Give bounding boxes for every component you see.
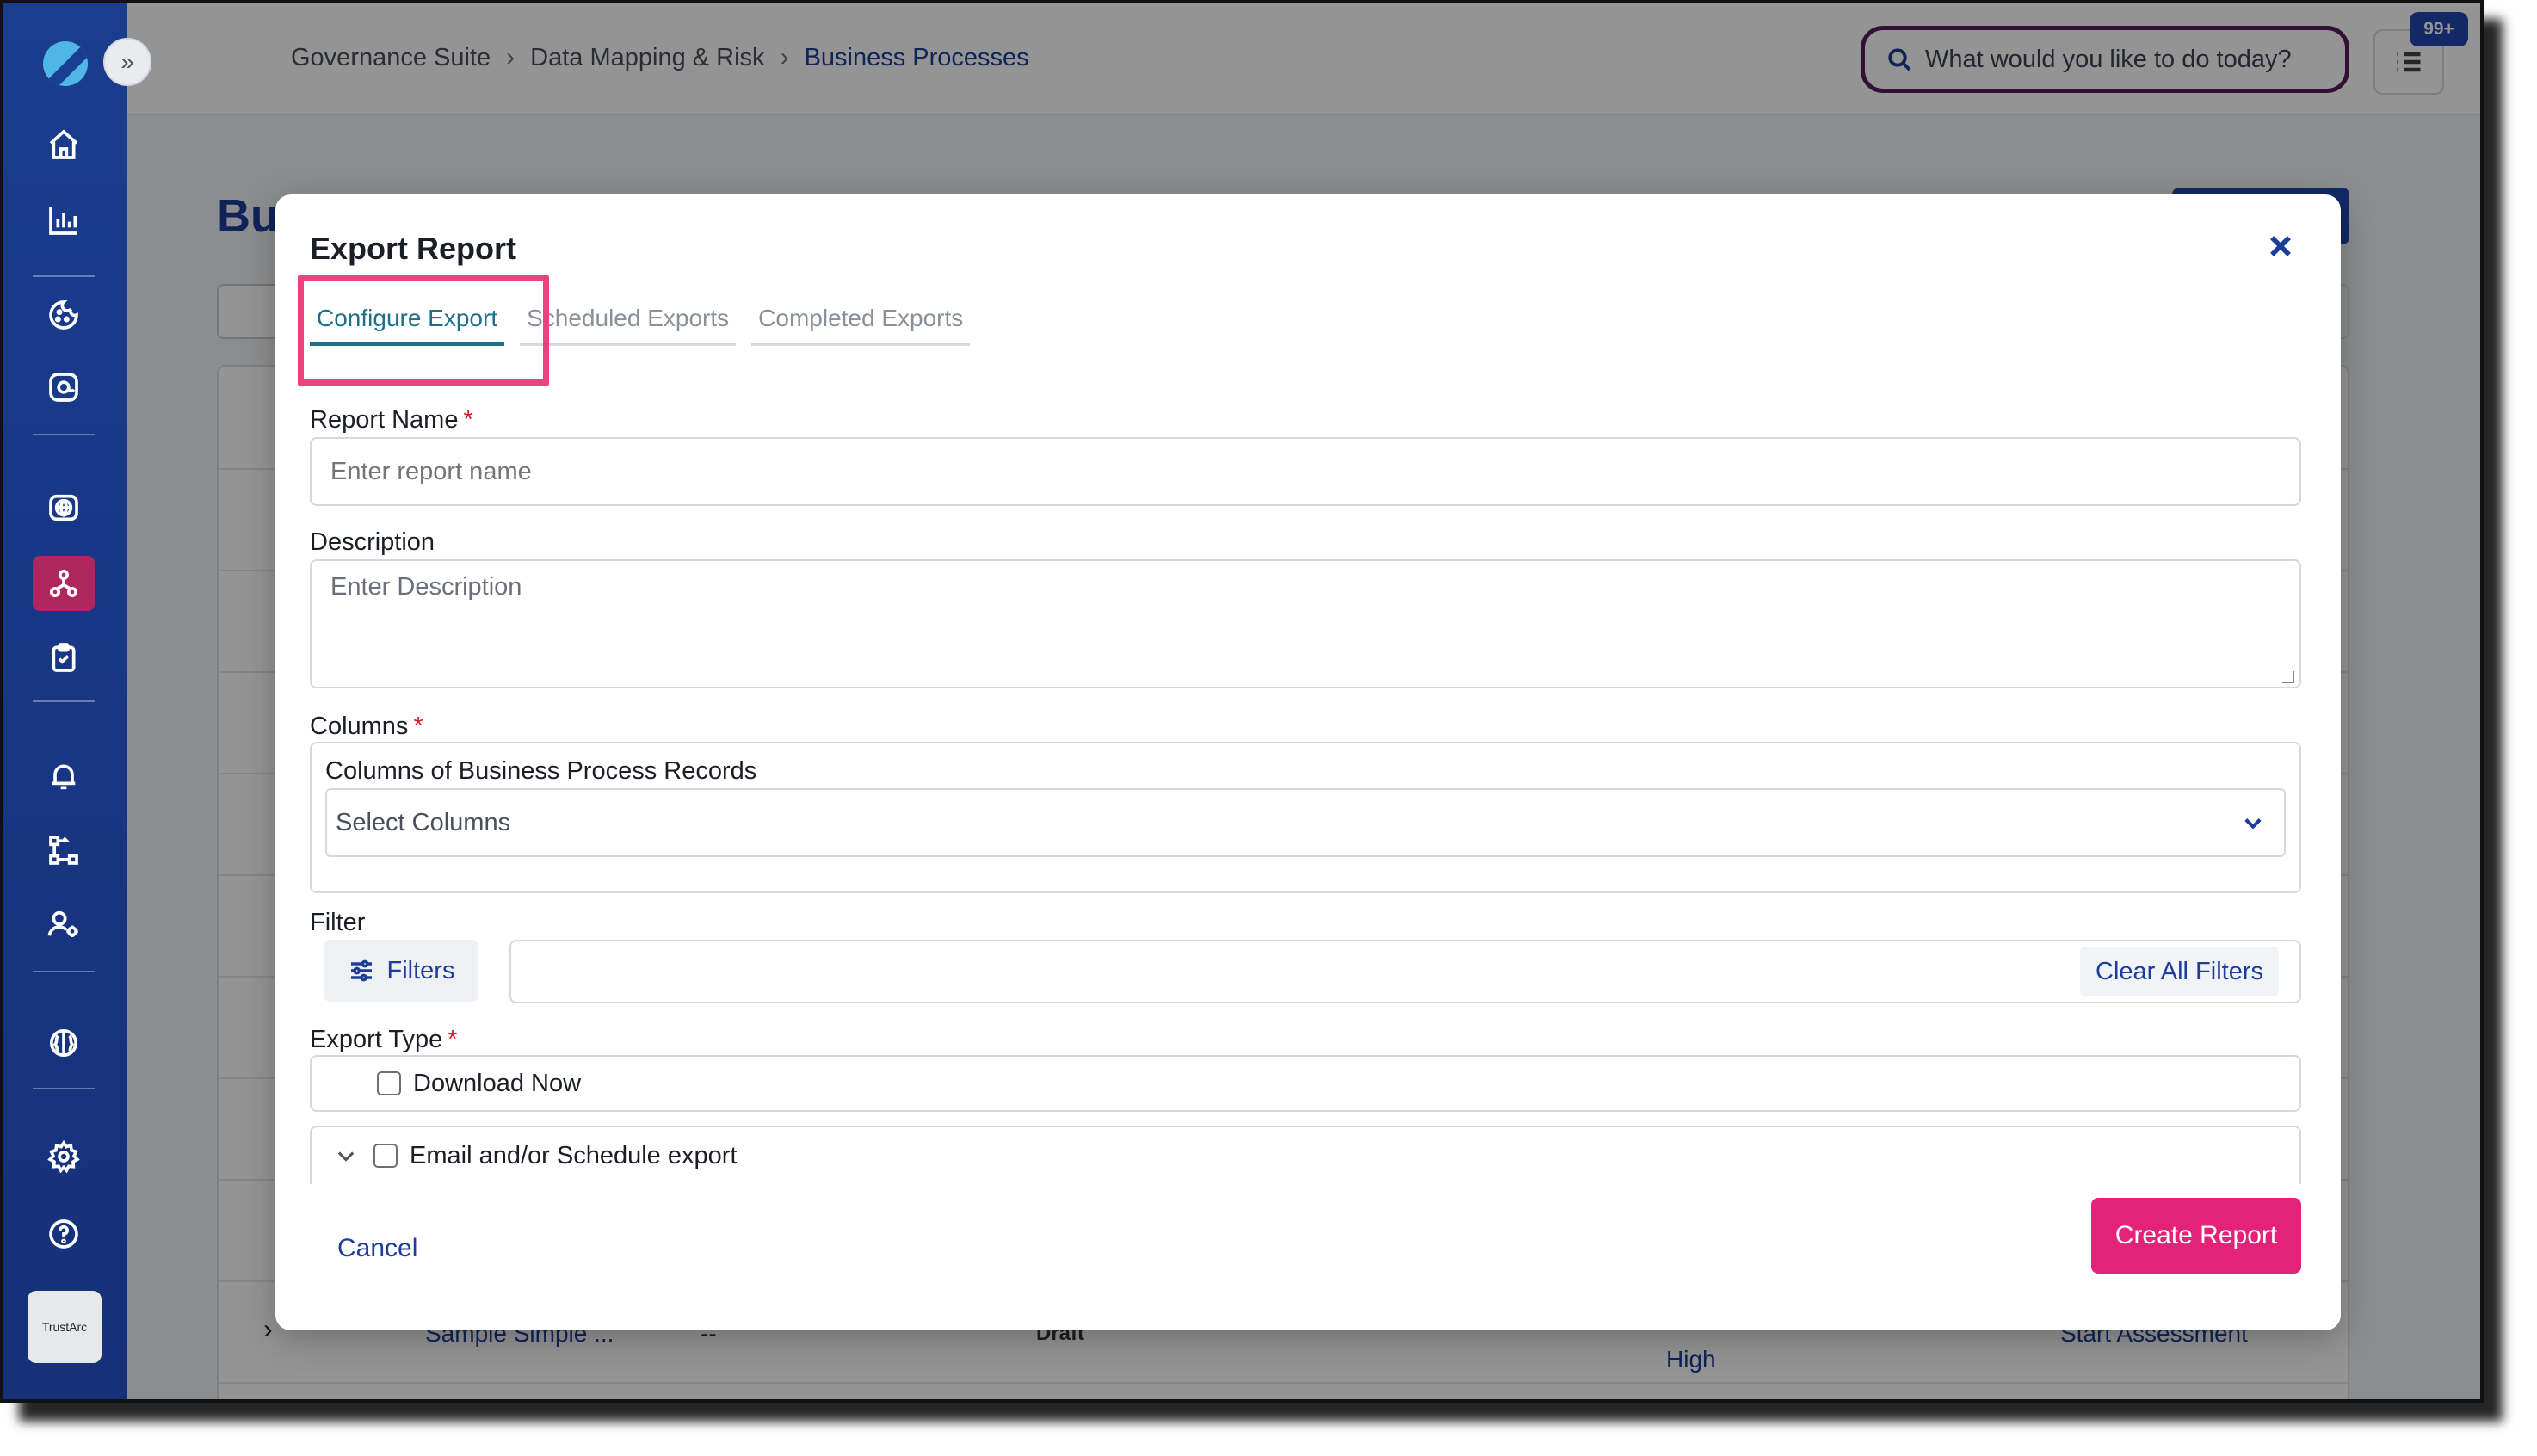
select-columns-placeholder: Select Columns bbox=[336, 809, 511, 836]
filters-button-label: Filters bbox=[386, 956, 455, 984]
select-columns-dropdown[interactable]: Select Columns bbox=[325, 788, 2286, 857]
help-icon[interactable] bbox=[41, 1212, 86, 1256]
report-name-label: Report Name * bbox=[310, 406, 473, 435]
nav-separator bbox=[33, 1088, 95, 1089]
columns-group: Columns of Business Process Records Sele… bbox=[310, 742, 2301, 893]
cookie-icon[interactable] bbox=[41, 293, 86, 337]
tab-completed-exports[interactable]: Completed Exports bbox=[751, 275, 971, 346]
home-icon[interactable] bbox=[41, 122, 86, 167]
tab-highlight-annotation bbox=[298, 275, 549, 386]
nav-separator bbox=[33, 275, 95, 277]
dialog-title: Export Report bbox=[310, 231, 517, 266]
report-name-label-text: Report Name bbox=[310, 406, 459, 434]
nav-separator bbox=[33, 434, 95, 435]
sidebar: TrustArc bbox=[3, 3, 127, 1399]
resize-handle-icon[interactable] bbox=[2282, 671, 2294, 683]
nav-separator bbox=[33, 971, 95, 972]
download-now-label: Download Now bbox=[413, 1069, 582, 1097]
clear-all-filters-button[interactable]: Clear All Filters bbox=[2080, 947, 2279, 996]
trustarc-brand-tile[interactable]: TrustArc bbox=[28, 1291, 102, 1363]
description-label: Description bbox=[310, 528, 435, 556]
email-schedule-option[interactable]: Email and/or Schedule export bbox=[310, 1126, 2301, 1184]
chevron-down-icon bbox=[2244, 818, 2262, 830]
email-schedule-checkbox[interactable] bbox=[373, 1144, 398, 1168]
expand-sidebar-button[interactable]: » bbox=[103, 38, 151, 86]
download-now-option[interactable]: Download Now bbox=[310, 1055, 2301, 1112]
clipboard-icon[interactable] bbox=[41, 635, 86, 680]
tab-scheduled-exports[interactable]: Scheduled Exports bbox=[520, 275, 737, 346]
bell-icon[interactable] bbox=[41, 754, 86, 799]
email-schedule-label: Email and/or Schedule export bbox=[410, 1141, 738, 1169]
active-filters-field: Clear All Filters bbox=[509, 940, 2301, 1003]
chart-icon[interactable] bbox=[41, 198, 86, 243]
chevron-down-icon[interactable] bbox=[334, 1144, 358, 1168]
network-icon[interactable] bbox=[41, 561, 86, 606]
flow-icon[interactable] bbox=[41, 828, 86, 873]
required-marker: * bbox=[413, 713, 423, 740]
brain-icon[interactable] bbox=[41, 1021, 86, 1065]
columns-label-text: Columns bbox=[310, 713, 409, 740]
at-icon[interactable] bbox=[41, 365, 86, 410]
user-gear-icon[interactable] bbox=[41, 902, 86, 947]
export-report-dialog: Export Report Configure Export Scheduled… bbox=[275, 194, 2341, 1330]
required-marker: * bbox=[463, 406, 473, 434]
gear-icon[interactable] bbox=[41, 1134, 86, 1179]
app-window: TrustArc Governance Suite › Data Mapping… bbox=[0, 0, 2484, 1403]
close-icon bbox=[2270, 236, 2291, 256]
description-placeholder: Enter Description bbox=[330, 573, 522, 601]
sliders-icon bbox=[350, 959, 372, 982]
nav-separator bbox=[33, 700, 95, 702]
close-dialog-button[interactable] bbox=[2260, 225, 2301, 267]
filters-button[interactable]: Filters bbox=[324, 940, 478, 1002]
cancel-button[interactable]: Cancel bbox=[337, 1234, 417, 1263]
columns-group-label: Columns of Business Process Records bbox=[325, 757, 757, 785]
export-type-label-text: Export Type bbox=[310, 1026, 443, 1053]
filter-label: Filter bbox=[310, 909, 366, 936]
required-marker: * bbox=[448, 1026, 458, 1053]
description-textarea[interactable]: Enter Description bbox=[310, 559, 2301, 688]
columns-label: Columns * bbox=[310, 713, 423, 741]
report-name-input[interactable] bbox=[310, 437, 2301, 506]
globe-icon[interactable] bbox=[41, 485, 86, 530]
download-now-checkbox[interactable] bbox=[377, 1071, 401, 1095]
app-logo[interactable] bbox=[43, 41, 88, 86]
create-report-button[interactable]: Create Report bbox=[2091, 1198, 2301, 1274]
export-type-label: Export Type * bbox=[310, 1026, 458, 1054]
